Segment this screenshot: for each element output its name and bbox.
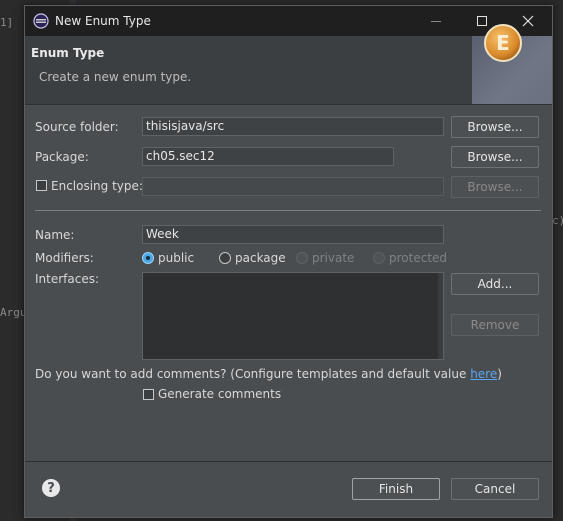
enclosing-type-label[interactable]: Enclosing type: (51, 179, 143, 193)
cancel-button[interactable]: Cancel (451, 478, 539, 500)
browse-label: Browse... (467, 120, 523, 134)
package-input[interactable]: ch05.sec12 (142, 147, 394, 166)
modifiers-label: Modifiers: (35, 251, 94, 265)
footer-separator (25, 461, 552, 462)
close-icon (522, 15, 534, 27)
configure-templates-link[interactable]: here (470, 367, 497, 381)
interfaces-scrollbar[interactable] (438, 273, 443, 359)
browse-label: Browse... (467, 180, 523, 194)
name-input[interactable]: Week (142, 225, 444, 244)
comments-question-text: Do you want to add comments? (Configure … (35, 367, 471, 381)
minimize-button[interactable] (413, 6, 459, 36)
source-folder-input[interactable]: thisisjava/src (142, 117, 444, 136)
package-browse-button[interactable]: Browse... (451, 146, 539, 168)
modifier-public-label[interactable]: public (158, 251, 194, 265)
title-bar[interactable]: New Enum Type (25, 6, 552, 36)
modifier-private-label: private (312, 251, 355, 265)
interfaces-list[interactable] (142, 272, 444, 360)
enclosing-type-input (142, 177, 444, 196)
new-enum-dialog: New Enum Type Enum Type Create a new enu… (24, 5, 553, 518)
eclipse-icon (33, 13, 49, 29)
editor-fragment: c). (552, 214, 563, 227)
modifier-public-radio[interactable] (142, 252, 154, 264)
source-folder-label: Source folder: (35, 120, 119, 134)
dialog-title: New Enum Type (55, 14, 151, 28)
comments-question-closing: ) (497, 367, 502, 381)
minimize-icon (431, 21, 441, 22)
interfaces-label: Interfaces: (35, 272, 100, 286)
package-label: Package: (35, 150, 89, 164)
generate-comments-label[interactable]: Generate comments (158, 387, 281, 401)
wizard-title: Enum Type (31, 46, 105, 60)
enum-type-icon: E (484, 24, 522, 62)
add-label: Add... (477, 277, 513, 291)
comments-question: Do you want to add comments? (Configure … (35, 367, 502, 381)
remove-interface-button: Remove (451, 314, 539, 336)
enclosing-type-checkbox[interactable] (36, 180, 47, 191)
modifier-package-radio[interactable] (219, 252, 231, 264)
editor-fragment: 1] (0, 16, 14, 29)
remove-label: Remove (470, 318, 520, 332)
modifier-protected-radio (373, 252, 385, 264)
finish-button[interactable]: Finish (352, 478, 440, 500)
modifier-private-radio (296, 252, 308, 264)
section-separator (35, 210, 541, 211)
source-folder-browse-button[interactable]: Browse... (451, 116, 539, 138)
modifier-protected-label: protected (389, 251, 448, 265)
help-icon[interactable]: ? (42, 479, 60, 497)
cancel-label: Cancel (474, 482, 516, 496)
name-label: Name: (35, 228, 75, 242)
browse-label: Browse... (467, 150, 523, 164)
enum-badge-letter: E (496, 31, 510, 55)
modifier-package-label[interactable]: package (235, 251, 286, 265)
generate-comments-checkbox[interactable] (143, 389, 154, 400)
wizard-description: Create a new enum type. (39, 70, 192, 84)
add-interface-button[interactable]: Add... (451, 273, 539, 295)
enclosing-type-browse-button: Browse... (451, 176, 539, 198)
editor-fragment: Argu (0, 306, 27, 319)
finish-label: Finish (378, 482, 414, 496)
wizard-header: Enum Type Create a new enum type. (25, 36, 552, 105)
